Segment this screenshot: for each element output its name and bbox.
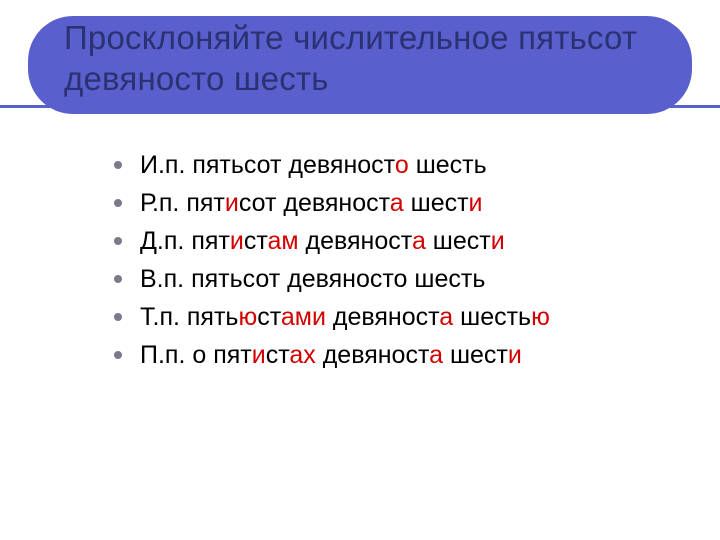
highlight: и bbox=[225, 189, 239, 217]
highlight: ами bbox=[281, 303, 326, 331]
case-line: П.п. о пятистах девяноста шести bbox=[140, 341, 522, 369]
list-item: Т.п. пятьюстами девяноста шестью bbox=[112, 298, 700, 336]
highlight: ах bbox=[289, 341, 315, 369]
list-item: В.п. пятьсот девяносто шесть bbox=[112, 260, 700, 298]
case-list: И.п. пятьсот девяносто шесть Р.п. пятисо… bbox=[112, 146, 700, 374]
case-line: Д.п. пятистам девяноста шести bbox=[140, 227, 505, 255]
case-line: Р.п. пятисот девяноста шести bbox=[140, 189, 483, 217]
highlight: и bbox=[469, 189, 483, 217]
highlight: и bbox=[230, 227, 244, 255]
case-line: Т.п. пятьюстами девяноста шестью bbox=[140, 303, 550, 331]
highlight: а bbox=[429, 341, 443, 369]
case-line: В.п. пятьсот девяносто шесть bbox=[140, 265, 485, 293]
highlight: ю bbox=[531, 303, 550, 331]
highlight: а bbox=[439, 303, 453, 331]
list-item: Р.п. пятисот девяноста шести bbox=[112, 184, 700, 222]
horizontal-rule bbox=[0, 105, 720, 108]
list-item: Д.п. пятистам девяноста шести bbox=[112, 222, 700, 260]
case-line: И.п. пятьсот девяносто шесть bbox=[140, 151, 487, 179]
highlight: и bbox=[491, 227, 505, 255]
highlight: ю bbox=[238, 303, 257, 331]
slide-title: Просклоняйте числительное пятьсот девяно… bbox=[64, 17, 656, 100]
list-item: П.п. о пятистах девяноста шести bbox=[112, 336, 700, 374]
slide: Просклоняйте числительное пятьсот девяно… bbox=[0, 0, 720, 540]
highlight: и bbox=[508, 341, 522, 369]
highlight: ам bbox=[267, 227, 298, 255]
title-band: Просклоняйте числительное пятьсот девяно… bbox=[28, 16, 692, 114]
content-area: И.п. пятьсот девяносто шесть Р.п. пятисо… bbox=[112, 146, 700, 374]
highlight: и bbox=[252, 341, 266, 369]
highlight: о bbox=[395, 151, 409, 179]
list-item: И.п. пятьсот девяносто шесть bbox=[112, 146, 700, 184]
highlight: а bbox=[412, 227, 426, 255]
highlight: а bbox=[390, 189, 404, 217]
